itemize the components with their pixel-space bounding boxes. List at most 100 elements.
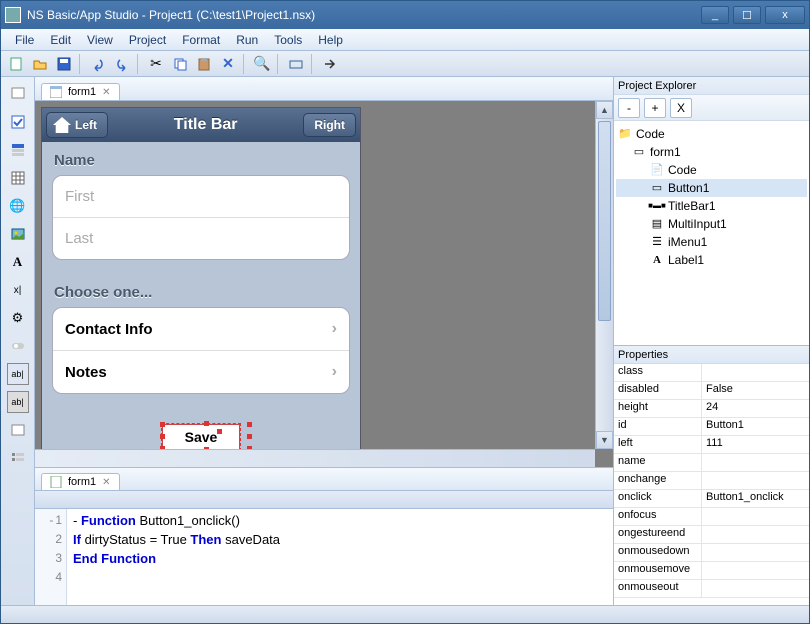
menu-file[interactable]: File (7, 31, 42, 49)
menu-bar: File Edit View Project Format Run Tools … (1, 29, 809, 51)
properties-grid[interactable]: class disabledFalse height24 idButton1 l… (614, 364, 809, 605)
palette-list-icon[interactable] (7, 447, 29, 469)
scrollbar-thumb[interactable] (598, 121, 611, 321)
maximize-button[interactable]: ☐ (733, 6, 761, 24)
menu-notes[interactable]: Notes › (53, 351, 349, 393)
palette-textarea-icon[interactable]: ab| (7, 391, 29, 413)
titlebar-control[interactable]: Left Title Bar Right (42, 108, 360, 142)
input-first[interactable]: First (53, 176, 349, 218)
button1-control[interactable]: Save (162, 424, 241, 450)
deploy-icon[interactable] (285, 53, 307, 75)
label-name[interactable]: Name (42, 142, 360, 175)
collapse-button[interactable]: - (618, 98, 640, 118)
project-explorer-title: Project Explorer (614, 77, 809, 95)
tab-label: form1 (68, 86, 96, 98)
palette-html-icon[interactable] (7, 419, 29, 441)
palette-input-icon[interactable]: ab| (7, 363, 29, 385)
code-content[interactable]: - Function Button1_onclick() If dirtySta… (67, 509, 286, 605)
project-tree[interactable]: 📁Code ▭form1 📄Code ▭Button1 ■▬■TitleBar1… (614, 121, 809, 345)
palette-toggle-icon[interactable] (7, 335, 29, 357)
close-button[interactable]: x (765, 6, 805, 24)
close-icon[interactable]: ✕ (102, 477, 110, 488)
label-icon: A (650, 253, 664, 267)
palette-gear-icon[interactable]: ⚙ (7, 307, 29, 329)
prop-row: onchange (614, 472, 809, 490)
search-icon[interactable]: 🔍 (251, 53, 273, 75)
code-file-icon (50, 476, 62, 488)
palette-pointer-icon[interactable] (7, 83, 29, 105)
palette-grid-icon[interactable] (7, 167, 29, 189)
palette-form-icon[interactable] (7, 139, 29, 161)
menu-run[interactable]: Run (228, 31, 266, 49)
vertical-scrollbar[interactable]: ▲ ▼ (595, 101, 613, 449)
scroll-up-icon[interactable]: ▲ (596, 101, 613, 119)
menu-help[interactable]: Help (310, 31, 351, 49)
properties-title: Properties (614, 346, 809, 364)
undo-icon[interactable] (87, 53, 109, 75)
prop-row: idButton1 (614, 418, 809, 436)
nav-right-button[interactable]: Right (303, 113, 356, 137)
input-last[interactable]: Last (53, 218, 349, 259)
run-icon[interactable] (319, 53, 341, 75)
tree-node-titlebar1[interactable]: ■▬■TitleBar1 (616, 197, 807, 215)
delete-node-button[interactable]: X (670, 98, 692, 118)
horizontal-scrollbar[interactable] (35, 449, 595, 467)
expand-button[interactable]: + (644, 98, 666, 118)
toolbox: 🌐 A x| ⚙ ab| ab| (1, 77, 35, 605)
toolbar: ✂ ✕ 🔍 (1, 51, 809, 77)
tree-node-multiinput1[interactable]: ▤MultiInput1 (616, 215, 807, 233)
design-canvas[interactable]: Left Title Bar Right Name First Last Cho… (35, 101, 613, 467)
prop-row: disabledFalse (614, 382, 809, 400)
chevron-right-icon: › (332, 363, 337, 381)
button-icon: ▭ (650, 181, 664, 195)
tree-node-form1[interactable]: ▭form1 (616, 143, 807, 161)
code-editor[interactable]: -1 2 3 4 - Function Button1_onclick() If… (35, 509, 613, 605)
palette-label-icon[interactable]: A (7, 251, 29, 273)
menu-view[interactable]: View (79, 31, 121, 49)
paste-icon[interactable] (193, 53, 215, 75)
tree-node-form1-code[interactable]: 📄Code (616, 161, 807, 179)
new-file-icon[interactable] (5, 53, 27, 75)
prop-row: onmousedown (614, 544, 809, 562)
palette-image-icon[interactable] (7, 223, 29, 245)
prop-row: left111 (614, 436, 809, 454)
redo-icon[interactable] (111, 53, 133, 75)
form-icon (50, 86, 62, 98)
palette-globe-icon[interactable]: 🌐 (7, 195, 29, 217)
delete-icon[interactable]: ✕ (217, 53, 239, 75)
menu-contact-info[interactable]: Contact Info › (53, 308, 349, 351)
code-tabstrip: form1 ✕ (35, 467, 613, 491)
minimize-button[interactable]: _ (701, 6, 729, 24)
menu-format[interactable]: Format (174, 31, 228, 49)
scroll-down-icon[interactable]: ▼ (596, 431, 613, 449)
code-icon: 📄 (650, 163, 664, 177)
prop-row: onmousemove (614, 562, 809, 580)
status-bar (1, 605, 809, 623)
multiinput-control[interactable]: First Last (52, 175, 350, 260)
imenu-control[interactable]: Contact Info › Notes › (52, 307, 350, 394)
tree-node-label1[interactable]: ALabel1 (616, 251, 807, 269)
cut-icon[interactable]: ✂ (145, 53, 167, 75)
menu-tools[interactable]: Tools (266, 31, 310, 49)
prop-row: ongestureend (614, 526, 809, 544)
tab-form1[interactable]: form1 ✕ (41, 83, 120, 100)
open-icon[interactable] (29, 53, 51, 75)
nav-left-button[interactable]: Left (46, 112, 108, 138)
palette-checkbox-icon[interactable] (7, 111, 29, 133)
tree-node-imenu1[interactable]: ☰iMenu1 (616, 233, 807, 251)
menu-project[interactable]: Project (121, 31, 174, 49)
copy-icon[interactable] (169, 53, 191, 75)
menu-edit[interactable]: Edit (42, 31, 79, 49)
code-dropdown-bar[interactable] (35, 491, 613, 509)
save-icon[interactable] (53, 53, 75, 75)
explorer-toolbar: - + X (614, 95, 809, 121)
app-icon (5, 7, 21, 23)
tree-node-button1[interactable]: ▭Button1 (616, 179, 807, 197)
code-tab-form1[interactable]: form1 ✕ (41, 473, 120, 490)
close-icon[interactable]: ✕ (102, 87, 110, 98)
tree-node-code[interactable]: 📁Code (616, 125, 807, 143)
window-titlebar: NS Basic/App Studio - Project1 (C:\test1… (1, 1, 809, 29)
designer-tabstrip: form1 ✕ (35, 77, 613, 101)
palette-textbox-icon[interactable]: x| (7, 279, 29, 301)
prop-row: class (614, 364, 809, 382)
